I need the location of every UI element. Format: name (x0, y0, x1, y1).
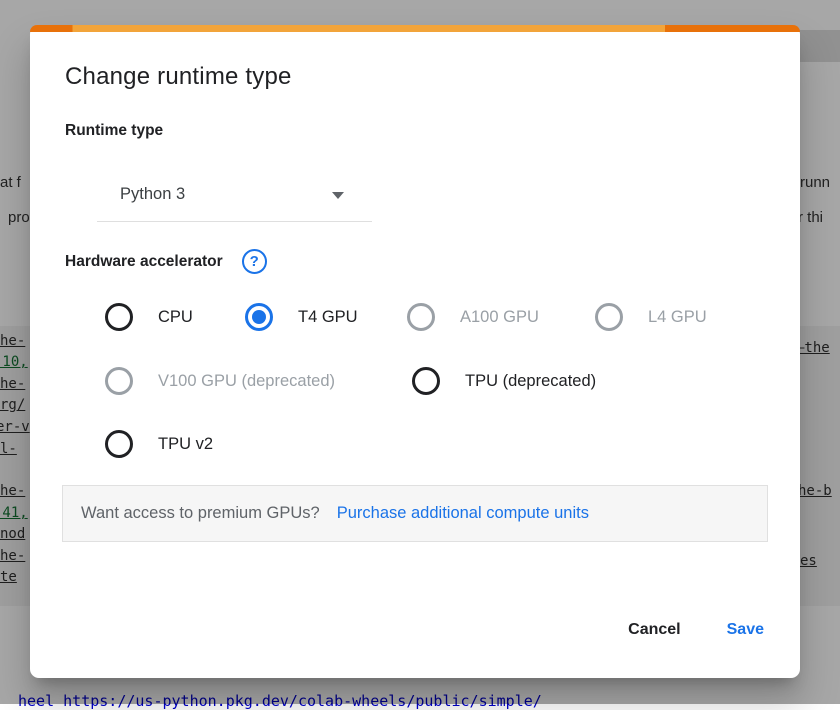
radio-button-selected[interactable] (245, 303, 273, 331)
radio-option-cpu[interactable]: CPU (105, 303, 193, 331)
change-runtime-type-dialog: Change runtime type Runtime type Python … (30, 25, 800, 678)
radio-option-v100-gpu: V100 GPU (deprecated) (105, 367, 335, 395)
radio-button-disabled (105, 367, 133, 395)
help-icon[interactable]: ? (242, 249, 267, 274)
radio-button-disabled (407, 303, 435, 331)
progress-bar (30, 25, 800, 32)
radio-label: TPU v2 (158, 435, 213, 454)
radio-button[interactable] (105, 430, 133, 458)
radio-label: L4 GPU (648, 308, 707, 327)
hardware-accelerator-label: Hardware accelerator (65, 253, 223, 271)
premium-gpu-notice: Want access to premium GPUs? Purchase ad… (62, 485, 768, 542)
radio-option-tpu[interactable]: TPU (deprecated) (412, 367, 596, 395)
radio-label: A100 GPU (460, 308, 539, 327)
radio-button-disabled (595, 303, 623, 331)
purchase-compute-units-link[interactable]: Purchase additional compute units (337, 504, 589, 523)
radio-label: TPU (deprecated) (465, 372, 596, 391)
radio-label: CPU (158, 308, 193, 327)
runtime-type-value: Python 3 (120, 185, 185, 204)
radio-label: V100 GPU (deprecated) (158, 372, 335, 391)
dialog-title: Change runtime type (65, 63, 292, 91)
save-button[interactable]: Save (709, 611, 782, 649)
radio-option-l4-gpu: L4 GPU (595, 303, 707, 331)
runtime-type-select[interactable]: Python 3 (97, 168, 372, 222)
chevron-down-icon (332, 192, 344, 199)
runtime-type-label: Runtime type (65, 122, 163, 140)
radio-label: T4 GPU (298, 308, 358, 327)
radio-button[interactable] (105, 303, 133, 331)
radio-option-t4-gpu[interactable]: T4 GPU (245, 303, 358, 331)
radio-option-a100-gpu: A100 GPU (407, 303, 539, 331)
cancel-button[interactable]: Cancel (610, 611, 698, 649)
radio-option-tpu-v2[interactable]: TPU v2 (105, 430, 213, 458)
radio-button[interactable] (412, 367, 440, 395)
premium-notice-text: Want access to premium GPUs? (81, 504, 320, 523)
